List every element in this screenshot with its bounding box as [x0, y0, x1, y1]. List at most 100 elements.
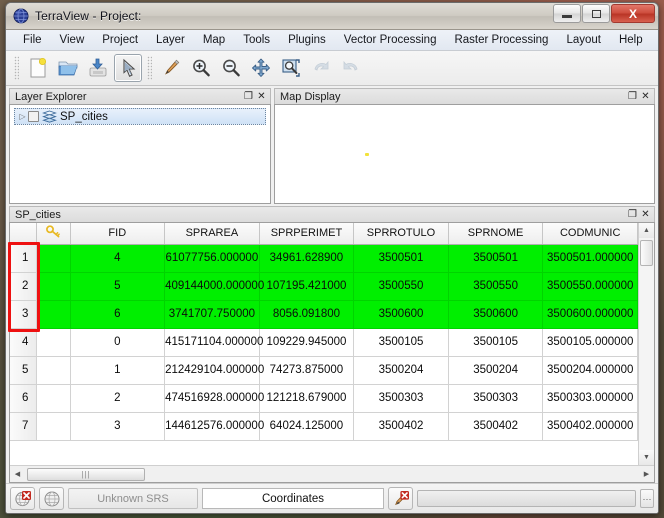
table-horizontal-scrollbar[interactable]: ◀ ||| ▶ [10, 465, 654, 482]
table-cell[interactable]: 3500402.000000 [542, 412, 638, 441]
table-cell[interactable]: 5 [70, 272, 166, 301]
scroll-down-arrow[interactable]: ▼ [639, 450, 654, 465]
table-cell[interactable]: 8056.091800 [259, 300, 355, 329]
table-row[interactable]: 5 1 212429104.000000 74273.875000 3500204 350… [10, 356, 638, 385]
column-header-sprrotulo[interactable]: SPRROTULO [353, 223, 449, 245]
row-header-cell[interactable]: 3 [10, 300, 37, 329]
row-header-cell[interactable]: 4 [10, 328, 37, 357]
pencil-draw-button[interactable] [157, 54, 185, 82]
maximize-button[interactable] [582, 4, 610, 23]
menu-project[interactable]: Project [93, 32, 147, 48]
row-header-cell[interactable]: 6 [10, 384, 37, 413]
table-cell[interactable]: 3500303.000000 [542, 384, 638, 413]
column-header-sprarea[interactable]: SPRAREA [164, 223, 260, 245]
table-cell[interactable]: 3500402 [353, 412, 449, 441]
row-header-cell[interactable]: 7 [10, 412, 37, 441]
primary-key-cell[interactable] [36, 272, 71, 301]
map-canvas[interactable] [275, 105, 654, 203]
open-project-button[interactable] [54, 54, 82, 82]
table-cell[interactable]: 3500204 [448, 356, 544, 385]
scroll-right-arrow[interactable]: ▶ [639, 470, 654, 478]
save-project-button[interactable] [84, 54, 112, 82]
vscroll-thumb[interactable] [640, 240, 653, 266]
undo-button[interactable] [307, 54, 335, 82]
table-row[interactable]: 7 3 144612576.000000 64024.125000 3500402 350… [10, 412, 638, 441]
table-cell[interactable]: 61077756.000000 [164, 244, 260, 273]
redo-button[interactable] [337, 54, 365, 82]
table-cell[interactable]: 415171104.000000 [164, 328, 263, 357]
table-cell[interactable]: 1 [70, 356, 166, 385]
minimize-button[interactable] [553, 4, 581, 23]
menu-help[interactable]: Help [610, 32, 652, 48]
column-header-codmunic[interactable]: CODMUNIC [542, 223, 638, 245]
primary-key-cell[interactable] [36, 412, 71, 441]
layer-explorer-close-button[interactable]: ✕ [255, 90, 268, 103]
table-cell[interactable]: 3500501 [353, 244, 449, 273]
table-cell[interactable]: 3500105 [448, 328, 544, 357]
table-cell[interactable]: 3500550 [353, 272, 449, 301]
table-row[interactable]: 3 6 3741707.750000 8056.091800 3500600 350060… [10, 300, 638, 329]
draw-error-button[interactable] [388, 487, 413, 510]
table-cell[interactable]: 3500600 [353, 300, 449, 329]
primary-key-cell[interactable] [36, 244, 71, 273]
table-cell[interactable]: 6 [70, 300, 166, 329]
table-cell[interactable]: 3500550.000000 [542, 272, 638, 301]
pointer-select-button[interactable] [114, 54, 142, 82]
layer-tree-item-sp-cities[interactable]: ▷ SP_cities [14, 108, 266, 125]
srs-status-field[interactable]: Unknown SRS [68, 488, 198, 509]
primary-key-cell[interactable] [36, 300, 71, 329]
table-cell[interactable]: 3500501 [448, 244, 544, 273]
table-row[interactable]: 2 5 409144000.000000 107195.421000 3500550 35… [10, 272, 638, 301]
vscroll-track[interactable] [639, 238, 654, 450]
srs-error-button[interactable] [10, 487, 35, 510]
table-row[interactable]: 1 4 61077756.000000 34961.628900 3500501 3500… [10, 244, 638, 273]
menu-file[interactable]: File [14, 32, 51, 48]
hscroll-track[interactable]: ||| [25, 467, 639, 481]
menu-map[interactable]: Map [194, 32, 234, 48]
close-button[interactable]: X [611, 4, 655, 23]
primary-key-cell[interactable] [36, 384, 71, 413]
attribute-table-float-button[interactable]: ❐ [626, 208, 639, 221]
scroll-up-arrow[interactable]: ▲ [639, 223, 654, 238]
srs-select-button[interactable] [39, 487, 64, 510]
table-cell[interactable]: 64024.125000 [259, 412, 355, 441]
menu-vector-processing[interactable]: Vector Processing [335, 32, 446, 48]
zoom-extent-button[interactable] [277, 54, 305, 82]
table-cell[interactable]: 74273.875000 [259, 356, 355, 385]
table-cell[interactable]: 3500105.000000 [542, 328, 638, 357]
table-cell[interactable]: 3500600 [448, 300, 544, 329]
table-cell[interactable]: 3500303 [448, 384, 544, 413]
row-header-cell[interactable]: 1 [10, 244, 37, 273]
menu-tools[interactable]: Tools [234, 32, 279, 48]
expander-icon[interactable]: ▷ [17, 112, 28, 121]
table-cell[interactable]: 3741707.750000 [164, 300, 260, 329]
attribute-table-close-button[interactable]: ✕ [639, 208, 652, 221]
status-more-button[interactable]: ··· [640, 489, 654, 508]
column-header-sprnome[interactable]: SPRNOME [448, 223, 544, 245]
table-cell[interactable]: 474516928.000000 [164, 384, 264, 413]
row-header-cell[interactable]: 5 [10, 356, 37, 385]
menu-plugins[interactable]: Plugins [279, 32, 335, 48]
table-cell[interactable]: 107195.421000 [259, 272, 355, 301]
table-cell[interactable]: 409144000.000000 [164, 272, 264, 301]
table-cell[interactable]: 2 [70, 384, 166, 413]
table-cell[interactable]: 34961.628900 [259, 244, 355, 273]
row-header-cell[interactable]: 2 [10, 272, 37, 301]
menu-raster-processing[interactable]: Raster Processing [445, 32, 557, 48]
table-row[interactable]: 6 2 474516928.000000 121218.679000 3500303 35… [10, 384, 638, 413]
table-cell[interactable]: 212429104.000000 [164, 356, 264, 385]
table-cell[interactable]: 3500600.000000 [542, 300, 638, 329]
table-cell[interactable]: 109229.945000 [259, 328, 355, 357]
table-cell[interactable]: 3500204.000000 [542, 356, 638, 385]
scroll-left-arrow[interactable]: ◀ [10, 470, 25, 478]
new-project-button[interactable] [24, 54, 52, 82]
zoom-out-button[interactable] [217, 54, 245, 82]
menu-layout[interactable]: Layout [557, 32, 610, 48]
map-display-close-button[interactable]: ✕ [639, 90, 652, 103]
table-cell[interactable]: 4 [70, 244, 166, 273]
map-display-body[interactable] [274, 104, 655, 204]
table-cell[interactable]: 3500501.000000 [542, 244, 638, 273]
pan-button[interactable] [247, 54, 275, 82]
primary-key-cell[interactable] [36, 356, 71, 385]
zoom-in-button[interactable] [187, 54, 215, 82]
